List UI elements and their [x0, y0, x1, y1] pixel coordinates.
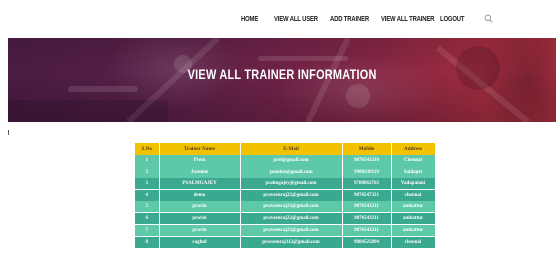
- cell-mobile: 9900330119: [342, 166, 392, 179]
- table-row: 6 pravin praveenraj22@gmail.com 98765432…: [135, 212, 436, 225]
- cell-email: praveenraj22@gmail.com: [240, 201, 343, 213]
- nav-logout-link[interactable]: LOGOUT: [440, 13, 464, 25]
- cell-mobile: 9876543211: [342, 201, 392, 213]
- cell-mobile: 9876543211: [342, 224, 392, 237]
- cell-address: ambattur: [391, 224, 436, 237]
- cell-sno: 4: [135, 189, 160, 202]
- table-row: 8 raghul praveenraj112@gmail.com 9884525…: [135, 235, 436, 248]
- cell-email: prel@gmail.com: [240, 155, 343, 167]
- cell-sno: 2: [135, 166, 160, 179]
- cell-email: praveenraj112@gmail.com: [240, 235, 343, 248]
- cell-email: psalmgajey@gmail.com: [240, 178, 343, 190]
- cell-address: ambattur: [391, 201, 436, 213]
- cell-sno: 6: [135, 212, 160, 225]
- cell-email: praveenraj22@gmail.com: [240, 189, 343, 202]
- cell-trainer-name: pravin: [159, 201, 241, 213]
- column-header-address: Address: [391, 143, 436, 155]
- column-header-trainer-name: Trainer Name: [159, 143, 241, 155]
- cell-email: praveenraj22@gmail.com: [240, 224, 343, 237]
- page: HOME VIEW ALL USER ADD TRAINER VIEW ALL …: [0, 0, 556, 261]
- table-row: 7 pravin praveenraj22@gmail.com 98765432…: [135, 224, 436, 237]
- table-row: 1 Prem prel@gmail.com 9876543210 Chennai: [135, 155, 436, 167]
- divider-mark: [8, 130, 9, 135]
- page-title-text: VIEW ALL TRAINER INFORMATION: [187, 66, 377, 82]
- column-header-sno: S.No: [135, 143, 160, 155]
- table-header-row: S.No Trainer Name E-Mail Mobile Address: [135, 143, 436, 155]
- table-row: 2 Jasmine jasmine@gmail.com 9900330119 S…: [135, 166, 436, 179]
- cell-trainer-name: Prem: [159, 155, 241, 167]
- cell-sno: 3: [135, 178, 160, 190]
- cell-mobile: 9876543211: [342, 212, 392, 225]
- cell-mobile: 9884525894: [342, 235, 392, 248]
- table-row: 4 demo praveenraj22@gmail.com 9876547321…: [135, 189, 436, 202]
- cell-trainer-name: demo: [159, 189, 241, 202]
- column-header-mobile: Mobile: [342, 143, 392, 155]
- nav-add-trainer-link[interactable]: ADD TRAINER: [330, 13, 369, 25]
- cell-mobile: 9876543210: [342, 155, 392, 167]
- cell-sno: 5: [135, 201, 160, 213]
- cell-trainer-name: Jasmine: [159, 166, 241, 179]
- cell-email: jasmine@gmail.com: [240, 166, 343, 179]
- cell-mobile: 9876547321: [342, 189, 392, 202]
- table-row: 3 PSALMGAJEY psalmgajey@gmail.com 978806…: [135, 178, 436, 190]
- page-title: VIEW ALL TRAINER INFORMATION: [8, 66, 556, 82]
- cell-mobile: 9788062763: [342, 178, 392, 190]
- cell-sno: 7: [135, 224, 160, 237]
- table-row: 5 pravin praveenraj22@gmail.com 98765432…: [135, 201, 436, 213]
- cell-address: chennai: [391, 235, 436, 248]
- cell-address: Saidapet: [391, 166, 436, 179]
- trainer-table-container: S.No Trainer Name E-Mail Mobile Address …: [135, 143, 436, 248]
- cell-address: Chennai: [391, 155, 436, 167]
- column-header-email: E-Mail: [240, 143, 343, 155]
- cell-trainer-name: raghul: [159, 235, 241, 248]
- cell-sno: 1: [135, 155, 160, 167]
- cell-trainer-name: pravin: [159, 212, 241, 225]
- trainer-table: S.No Trainer Name E-Mail Mobile Address …: [135, 143, 436, 248]
- cell-trainer-name: pravin: [159, 224, 241, 237]
- nav-view-all-trainer-link[interactable]: VIEW ALL TRAINER: [381, 13, 434, 25]
- nav-home-link[interactable]: HOME: [241, 13, 258, 25]
- cell-address: Vadapalani: [391, 178, 436, 190]
- hero-banner: VIEW ALL TRAINER INFORMATION: [8, 38, 556, 122]
- cell-address: chennai: [391, 189, 436, 202]
- cell-email: praveenraj22@gmail.com: [240, 212, 343, 225]
- nav-view-all-user-link[interactable]: VIEW ALL USER: [274, 13, 318, 25]
- top-navbar: HOME VIEW ALL USER ADD TRAINER VIEW ALL …: [0, 0, 556, 38]
- cell-address: ambattur: [391, 212, 436, 225]
- search-icon[interactable]: [484, 14, 493, 24]
- cell-trainer-name: PSALMGAJEY: [159, 178, 241, 190]
- cell-sno: 8: [135, 235, 160, 248]
